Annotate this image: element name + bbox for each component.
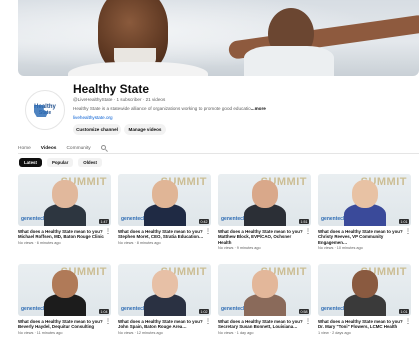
video-card[interactable]: SUMMIT genentech 1:02 What does a Healthy S…	[118, 264, 211, 335]
speaker-head	[52, 270, 78, 298]
video-title[interactable]: What does a Healthy State mean to you? C…	[318, 229, 411, 245]
duration-badge: 1:02	[199, 309, 209, 314]
duration-badge: 0:42	[199, 219, 209, 224]
tab-videos[interactable]: Videos	[40, 146, 56, 154]
more-link[interactable]: ...more	[251, 106, 266, 111]
sponsor-logo-text: genentech	[221, 216, 247, 222]
video-meta: No views · 6 minutes ago	[18, 240, 61, 245]
search-icon[interactable]	[100, 145, 108, 152]
more-options-icon[interactable]: ⋮	[305, 319, 311, 325]
video-thumbnail[interactable]: SUMMIT genentech 0:58	[218, 264, 311, 316]
video-title[interactable]: What does a Healthy State mean to you? M…	[218, 229, 311, 245]
manage-videos-button[interactable]: Manage videos	[124, 124, 166, 135]
channel-meta: @LiveHealthyState · 1 subscriber · 21 vi…	[73, 97, 166, 102]
video-title[interactable]: What does a Healthy State mean to you? M…	[18, 229, 111, 240]
video-thumbnail[interactable]: SUMMIT genentech 1:51	[218, 174, 311, 226]
duration-badge: 1:47	[99, 219, 109, 224]
duration-badge: 0:58	[299, 309, 309, 314]
video-card[interactable]: SUMMIT genentech 0:42 What does a Healthy S…	[118, 174, 211, 245]
more-options-icon[interactable]: ⋮	[305, 229, 311, 235]
speaker-head	[352, 270, 378, 298]
video-card[interactable]: SUMMIT genentech 1:47 What does a Healthy S…	[18, 174, 111, 245]
more-options-icon[interactable]: ⋮	[405, 229, 411, 235]
chip-oldest[interactable]: Oldest	[78, 158, 102, 167]
video-card[interactable]: SUMMIT genentech 0:58 What does a Healthy S…	[218, 264, 311, 335]
tab-community[interactable]: Community	[66, 146, 90, 151]
duration-badge: 1:04	[99, 309, 109, 314]
video-card[interactable]: SUMMIT genentech 1:04 What does a Healthy S…	[18, 264, 111, 335]
chip-latest[interactable]: Latest	[19, 158, 42, 167]
video-card[interactable]: SUMMIT genentech 1:01 What does a Healthy S…	[318, 174, 411, 250]
video-meta: No views · 11 minutes ago	[18, 330, 63, 335]
video-meta: 1 view · 2 days ago	[318, 330, 351, 335]
more-options-icon[interactable]: ⋮	[105, 319, 111, 325]
speaker-head	[252, 180, 278, 208]
video-thumbnail[interactable]: SUMMIT genentech 0:42	[118, 174, 211, 226]
speaker-head	[52, 180, 78, 208]
video-title[interactable]: What does a Healthy State mean to you? D…	[318, 319, 411, 330]
chip-popular[interactable]: Popular	[46, 158, 74, 167]
duration-badge: 1:51	[299, 219, 309, 224]
speaker-head	[352, 180, 378, 208]
duration-badge: 1:01	[399, 309, 409, 314]
sponsor-logo-text: genentech	[21, 306, 47, 312]
sponsor-logo-text: genentech	[21, 216, 47, 222]
channel-name: Healthy State	[73, 82, 150, 96]
video-thumbnail[interactable]: SUMMIT genentech 1:01	[318, 264, 411, 316]
tabs-divider	[18, 153, 419, 154]
video-thumbnail[interactable]: SUMMIT genentech 1:47	[18, 174, 111, 226]
video-meta: No views · 12 minutes ago	[118, 330, 163, 335]
video-title[interactable]: What does a Healthy State mean to you? J…	[118, 319, 211, 330]
sponsor-logo-text: genentech	[121, 306, 147, 312]
speaker-head	[152, 270, 178, 298]
customize-channel-button[interactable]: Customize channel	[73, 124, 121, 135]
channel-description[interactable]: Healthy State is a statewide alliance of…	[73, 106, 266, 111]
tab-home[interactable]: Home	[18, 146, 31, 151]
more-options-icon[interactable]: ⋮	[205, 229, 211, 235]
description-text: Healthy State is a statewide alliance of…	[73, 106, 251, 111]
sort-chips: Latest Popular Oldest	[19, 158, 102, 167]
more-options-icon[interactable]: ⋮	[205, 319, 211, 325]
video-card[interactable]: SUMMIT genentech 1:51 What does a Healthy S…	[218, 174, 311, 250]
channel-banner	[18, 0, 419, 76]
channel-website-link[interactable]: livehealthystate.org	[73, 115, 113, 120]
speaker-head	[252, 270, 278, 298]
video-title[interactable]: What does a Healthy State mean to you? S…	[218, 319, 311, 330]
video-meta: No views · 9 minutes ago	[218, 246, 261, 251]
more-options-icon[interactable]: ⋮	[105, 229, 111, 235]
sponsor-logo-text: genentech	[321, 216, 347, 222]
banner-second-person-shirt	[244, 46, 334, 76]
video-thumbnail[interactable]: SUMMIT genentech 1:02	[118, 264, 211, 316]
more-options-icon[interactable]: ⋮	[405, 319, 411, 325]
sponsor-logo-text: genentech	[321, 306, 347, 312]
video-thumbnail[interactable]: SUMMIT genentech 1:04	[18, 264, 111, 316]
sponsor-logo-text: genentech	[221, 306, 247, 312]
speaker-head	[152, 180, 178, 208]
banner-person-shirt	[68, 62, 208, 76]
video-meta: No views · 8 minutes ago	[118, 240, 161, 245]
video-title[interactable]: What does a Healthy State mean to you? B…	[18, 319, 111, 330]
video-meta: No views · 1 day ago	[218, 330, 254, 335]
video-title[interactable]: What does a Healthy State mean to you? S…	[118, 229, 211, 240]
duration-badge: 1:01	[399, 219, 409, 224]
channel-avatar[interactable]: Healthy State	[25, 90, 65, 130]
video-meta: No views · 10 minutes ago	[318, 246, 363, 251]
video-card[interactable]: SUMMIT genentech 1:01 What does a Healthy S…	[318, 264, 411, 335]
sponsor-logo-text: genentech	[121, 216, 147, 222]
video-thumbnail[interactable]: SUMMIT genentech 1:01	[318, 174, 411, 226]
